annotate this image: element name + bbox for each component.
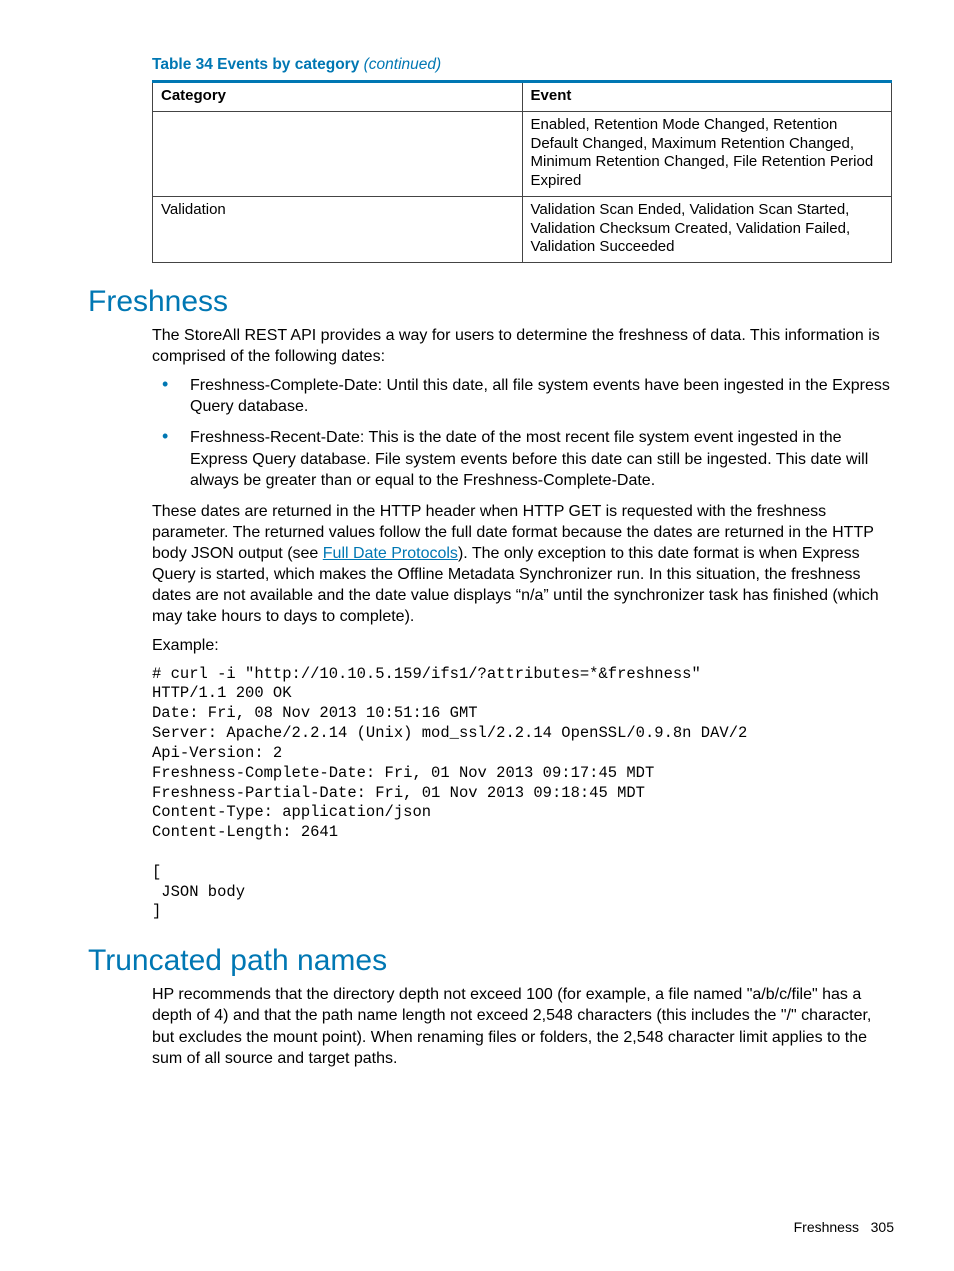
freshness-heading: Freshness (88, 285, 894, 319)
truncated-heading: Truncated path names (88, 944, 894, 978)
cell-category (153, 111, 523, 196)
freshness-body: The StoreAll REST API provides a way for… (152, 325, 894, 657)
table-caption: Table 34 Events by category (continued) (152, 56, 894, 74)
freshness-intro: The StoreAll REST API provides a way for… (152, 325, 894, 367)
freshness-bullets: Freshness-Complete-Date: Until this date… (152, 375, 894, 491)
truncated-body: HP recommends that the directory depth n… (152, 984, 894, 1068)
table-caption-suffix: (continued) (364, 56, 442, 73)
footer-page: 305 (871, 1219, 894, 1235)
full-date-protocols-link[interactable]: Full Date Protocols (323, 545, 458, 562)
cell-category: Validation (153, 196, 523, 262)
cell-event: Validation Scan Ended, Validation Scan S… (522, 196, 892, 262)
list-item: Freshness-Complete-Date: Until this date… (152, 375, 894, 417)
cell-event: Enabled, Retention Mode Changed, Retenti… (522, 111, 892, 196)
list-item: Freshness-Recent-Date: This is the date … (152, 427, 894, 490)
table-caption-main: Table 34 Events by category (152, 56, 364, 73)
table-header-category: Category (153, 82, 523, 112)
freshness-para2: These dates are returned in the HTTP hea… (152, 501, 894, 628)
events-table: Category Event Enabled, Retention Mode C… (152, 80, 892, 263)
table-header-event: Event (522, 82, 892, 112)
table-row: Enabled, Retention Mode Changed, Retenti… (153, 111, 892, 196)
freshness-code-block: # curl -i "http://10.10.5.159/ifs1/?attr… (152, 665, 894, 923)
example-label: Example: (152, 635, 894, 656)
truncated-para: HP recommends that the directory depth n… (152, 984, 894, 1068)
page-footer: Freshness 305 (794, 1219, 894, 1235)
table-header-row: Category Event (153, 82, 892, 112)
table-row: Validation Validation Scan Ended, Valida… (153, 196, 892, 262)
footer-section: Freshness (794, 1219, 859, 1235)
